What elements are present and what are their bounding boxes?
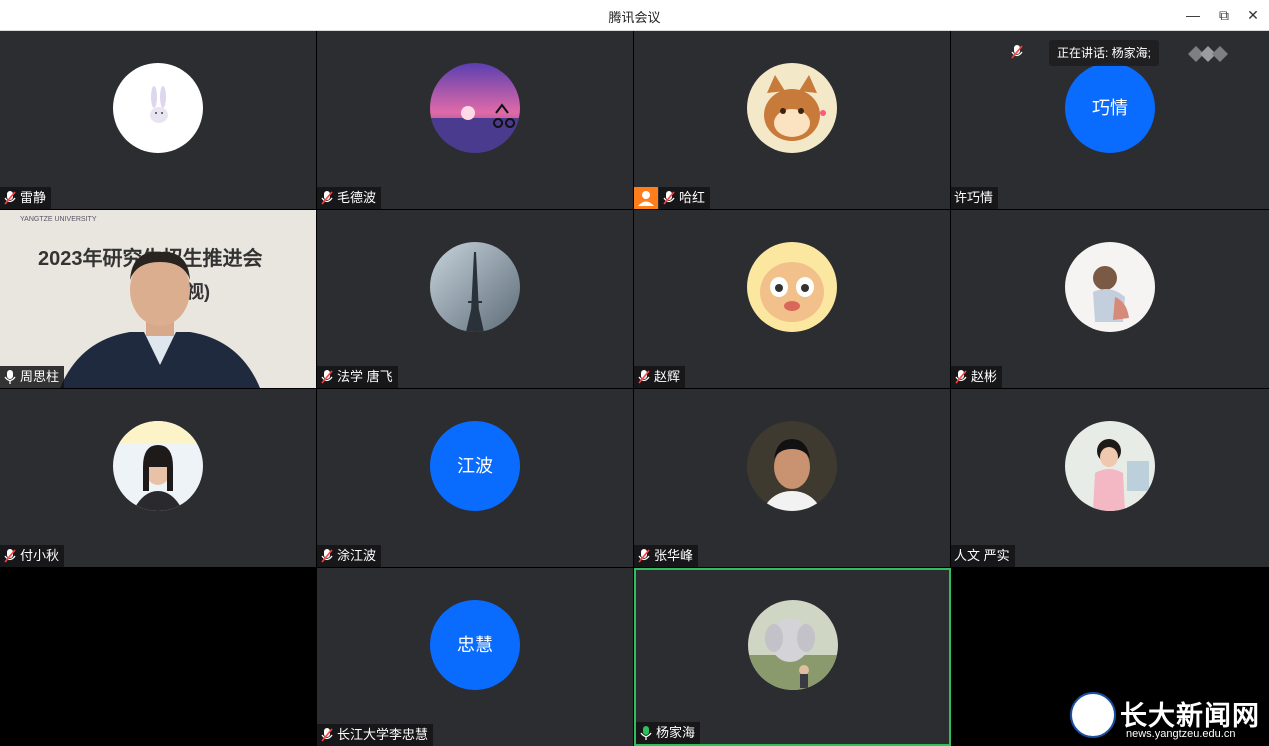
mic-muted-icon xyxy=(638,370,650,384)
mic-speaking-icon xyxy=(640,726,652,740)
speaking-mic-icon xyxy=(1011,45,1023,59)
avatar xyxy=(747,63,837,153)
empty-slot xyxy=(0,568,316,746)
news-watermark: 长大新闻网 news.yangtzeu.edu.cn xyxy=(1068,688,1269,746)
participant-tile[interactable]: 付小秋 xyxy=(0,389,316,567)
window-title: 腾讯会议 xyxy=(608,10,661,25)
participant-tile[interactable]: 江波 涂江波 xyxy=(317,389,633,567)
mic-muted-icon xyxy=(321,549,333,563)
mic-muted-icon xyxy=(321,370,333,384)
participant-tile[interactable]: 张华峰 xyxy=(634,389,950,567)
title-bar: 腾讯会议 — ⧉ ✕ xyxy=(0,0,1269,31)
avatar: 忠慧 xyxy=(430,600,520,690)
participant-name: 许巧情 xyxy=(954,190,994,205)
mic-muted-icon xyxy=(4,191,16,205)
university-label: YANGTZE UNIVERSITY xyxy=(20,216,97,223)
minimize-button[interactable]: — xyxy=(1180,3,1206,27)
participant-name: 法学 唐飞 xyxy=(337,369,393,384)
mic-on-icon xyxy=(4,370,16,384)
name-bar: 毛德波 xyxy=(317,187,382,209)
participant-tile-video[interactable]: YANGTZE UNIVERSITY 2023年研究生招生推进会 (视) 周思柱 xyxy=(0,210,316,388)
mic-muted-icon xyxy=(638,549,650,563)
participant-tile[interactable]: 赵辉 xyxy=(634,210,950,388)
participant-name: 哈红 xyxy=(679,190,706,205)
name-bar: 人文 严实 xyxy=(951,545,1015,567)
participant-name: 毛德波 xyxy=(337,190,377,205)
presenter-figure xyxy=(60,251,260,388)
participant-name: 人文 严实 xyxy=(954,548,1010,563)
speaking-indicator: 正在讲话: 杨家海; xyxy=(1048,40,1159,66)
avatar xyxy=(1065,421,1155,511)
avatar: 巧情 xyxy=(1065,63,1155,153)
avatar xyxy=(430,63,520,153)
mic-muted-icon xyxy=(321,728,333,742)
avatar xyxy=(430,242,520,332)
watermark-url: news.yangtzeu.edu.cn xyxy=(1126,728,1236,740)
participant-name: 长江大学李忠慧 xyxy=(337,727,429,742)
participant-grid: 雷静 毛德波 哈红 巧情 许巧情 YANGTZE UNIVERSITY (视) … xyxy=(0,31,1269,746)
name-bar: 涂江波 xyxy=(317,545,382,567)
participant-tile[interactable]: 哈红 xyxy=(634,31,950,209)
avatar xyxy=(747,600,838,690)
participant-name: 赵彬 xyxy=(971,369,998,384)
participant-name: 张华峰 xyxy=(654,548,694,563)
participant-tile[interactable]: 忠慧 长江大学李忠慧 xyxy=(317,568,633,746)
name-bar: 长江大学李忠慧 xyxy=(317,724,434,746)
participant-name: 周思柱 xyxy=(20,369,60,384)
name-bar: 周思柱 xyxy=(0,366,65,388)
name-bar: 杨家海 xyxy=(636,722,701,744)
participant-name: 杨家海 xyxy=(656,725,696,740)
participant-tile-active-speaker[interactable]: 杨家海 xyxy=(634,568,951,746)
mic-muted-icon xyxy=(321,191,333,205)
participant-name: 付小秋 xyxy=(20,548,60,563)
avatar xyxy=(747,242,837,332)
avatar: 江波 xyxy=(430,421,520,511)
avatar xyxy=(1065,242,1155,332)
name-bar: 赵辉 xyxy=(634,366,686,388)
mic-muted-icon xyxy=(4,549,16,563)
name-bar: 许巧情 xyxy=(951,187,999,209)
participant-tile[interactable]: 毛德波 xyxy=(317,31,633,209)
name-bar: 雷静 xyxy=(0,187,52,209)
participant-tile[interactable]: 人文 严实 xyxy=(951,389,1269,567)
name-bar: 赵彬 xyxy=(951,366,1003,388)
avatar xyxy=(747,421,837,511)
participant-tile[interactable]: 赵彬 xyxy=(951,210,1269,388)
mic-muted-icon xyxy=(955,370,967,384)
name-bar: 哈红 xyxy=(659,187,711,209)
close-button[interactable]: ✕ xyxy=(1240,3,1266,27)
tencent-meeting-logo-icon xyxy=(1188,46,1228,62)
participant-tile[interactable]: 法学 唐飞 xyxy=(317,210,633,388)
participant-tile[interactable]: 雷静 xyxy=(0,31,316,209)
restore-button[interactable]: ⧉ xyxy=(1211,3,1237,27)
host-badge-icon xyxy=(634,187,658,209)
participant-name: 赵辉 xyxy=(654,369,681,384)
mic-muted-icon xyxy=(663,191,675,205)
name-bar: 法学 唐飞 xyxy=(317,366,398,388)
participant-name: 雷静 xyxy=(20,190,47,205)
university-seal-icon xyxy=(1070,692,1116,738)
participant-name: 涂江波 xyxy=(337,548,377,563)
avatar xyxy=(113,421,203,511)
avatar xyxy=(113,63,203,153)
video-feed: YANGTZE UNIVERSITY 2023年研究生招生推进会 (视) xyxy=(0,210,316,388)
name-bar: 张华峰 xyxy=(634,545,699,567)
name-bar: 付小秋 xyxy=(0,545,65,567)
